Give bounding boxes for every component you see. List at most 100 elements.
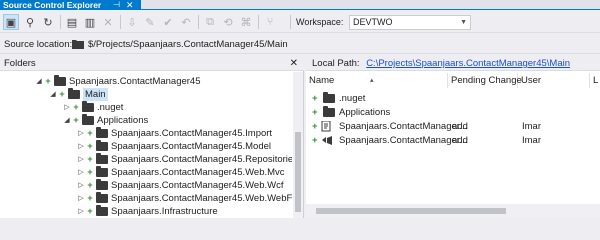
- tree-node-label: Spaanjaars.ContactManager45.Import: [111, 128, 273, 139]
- column-header-label: User: [521, 75, 542, 86]
- source-location-bar: Source location: $/Projects/Spaanjaars.C…: [0, 34, 600, 54]
- collapse-arrow-icon[interactable]: ◢: [34, 75, 44, 88]
- scrollbar-thumb[interactable]: [316, 208, 506, 214]
- filter-icon[interactable]: ⚲: [22, 14, 38, 30]
- tab-source-control-explorer[interactable]: Source Control Explorer ⊣ ✕: [0, 0, 141, 10]
- row-user: Imar: [522, 135, 541, 146]
- expand-arrow-icon[interactable]: ▷: [62, 101, 72, 114]
- tree-node[interactable]: ◢ + Applications: [62, 114, 148, 127]
- tree-node-label: Spaanjaars.ContactManager45.Web.Wcf: [111, 180, 284, 191]
- close-icon[interactable]: ✕: [126, 0, 134, 10]
- pending-add-icon: +: [59, 89, 65, 99]
- history-icon[interactable]: ⟲: [220, 14, 236, 30]
- row-pending-change: add: [452, 135, 468, 146]
- folder-icon: [96, 205, 108, 216]
- folder-icon: [68, 88, 80, 99]
- pending-add-icon: +: [87, 180, 93, 190]
- tree-node-label: .nuget: [97, 102, 124, 113]
- expand-arrow-icon[interactable]: ▷: [76, 192, 86, 205]
- branch-icon[interactable]: ⑂: [262, 14, 278, 30]
- folder-icon: [96, 166, 108, 177]
- tree-node[interactable]: ▷ + Spaanjaars.ContactManager45.Web.Mvc: [76, 166, 285, 179]
- local-path-link[interactable]: C:\Projects\Spaanjaars.ContactManager45\…: [366, 58, 570, 69]
- collapse-arrow-icon[interactable]: ◢: [62, 114, 72, 127]
- folder-icon: [96, 179, 108, 190]
- close-icon[interactable]: ✕: [290, 56, 298, 71]
- expand-arrow-icon[interactable]: ▷: [76, 166, 86, 179]
- expand-arrow-icon[interactable]: ▷: [76, 140, 86, 153]
- column-header-name[interactable]: Name ▴: [306, 73, 448, 88]
- tree-node[interactable]: ◢ + Main: [48, 88, 108, 101]
- tree-node-label: Spaanjaars.ContactManager45.Model: [111, 141, 272, 152]
- folder-icon: [323, 106, 335, 117]
- table-row[interactable]: + Spaanjaars.ContactManager... add Imar: [306, 120, 600, 133]
- table-row[interactable]: + Applications: [306, 106, 600, 119]
- source-location-path[interactable]: $/Projects/Spaanjaars.ContactManager45/M…: [88, 39, 288, 50]
- folders-toggle-icon[interactable]: ▣: [3, 14, 19, 30]
- tree-node-label: Spaanjaars.Infrastructure: [111, 206, 218, 217]
- folders-panel: Folders ✕ ◢ + Spaanjaars.ContactManager4…: [0, 56, 304, 218]
- delete-icon[interactable]: ✕: [100, 14, 116, 30]
- tree-node-label: Spaanjaars.ContactManager45: [69, 76, 201, 87]
- annotate-icon[interactable]: ⌘: [238, 14, 254, 30]
- row-name: .nuget: [339, 93, 366, 104]
- tree-node-label: Spaanjaars.ContactManager45.Repositories…: [111, 154, 292, 165]
- workspace-label: Workspace:: [296, 17, 344, 27]
- add-items-icon[interactable]: ▥: [82, 14, 98, 30]
- folder-icon: [72, 38, 84, 49]
- column-header-label: L: [593, 75, 599, 86]
- pending-add-icon: +: [312, 107, 318, 118]
- folder-icon: [323, 92, 335, 103]
- tree-node[interactable]: ▷ + Spaanjaars.ContactManager45.Import: [76, 127, 272, 140]
- vertical-scrollbar[interactable]: [293, 72, 303, 218]
- check-out-icon[interactable]: ✎: [142, 14, 158, 30]
- tree-node-label: Main: [83, 88, 108, 101]
- column-header-pending-change[interactable]: Pending Change: [448, 73, 522, 88]
- column-header-label: Name: [309, 75, 335, 86]
- sort-arrow-icon: ▴: [370, 77, 374, 84]
- column-header-label: Pending Change: [451, 75, 522, 86]
- table-row[interactable]: + .nuget: [306, 92, 600, 105]
- expand-arrow-icon[interactable]: ▷: [76, 179, 86, 192]
- expand-arrow-icon[interactable]: ▷: [76, 205, 86, 218]
- tree-node[interactable]: ▷ + Spaanjaars.ContactManager45.Web.Wcf: [76, 179, 284, 192]
- check-in-icon[interactable]: ✔: [160, 14, 176, 30]
- toolbar-separator: [290, 15, 291, 29]
- toolbar-separator: [120, 15, 121, 29]
- collapse-arrow-icon[interactable]: ◢: [48, 88, 58, 101]
- tree-node[interactable]: ▷ + Spaanjaars.ContactManager45.Reposito…: [76, 153, 292, 166]
- refresh-icon[interactable]: ↻: [40, 14, 56, 30]
- new-folder-icon[interactable]: ▤: [64, 14, 80, 30]
- scrollbar-thumb[interactable]: [295, 132, 301, 212]
- toolbar-separator: [258, 15, 259, 29]
- undo-icon[interactable]: ↶: [178, 14, 194, 30]
- tree-node[interactable]: ▷ + Spaanjaars.ContactManager45.Model: [76, 140, 271, 153]
- column-header-latest[interactable]: L: [590, 73, 600, 88]
- get-latest-icon[interactable]: ⇩: [124, 14, 140, 30]
- expand-arrow-icon[interactable]: ▷: [76, 127, 86, 140]
- pin-icon[interactable]: ⊣: [113, 0, 120, 10]
- tree-node[interactable]: ▷ + Spaanjaars.ContactManager45.Web.WebF…: [76, 192, 292, 205]
- tab-strip: Source Control Explorer ⊣ ✕: [0, 0, 600, 10]
- tree-node[interactable]: ◢ + Spaanjaars.ContactManager45: [34, 75, 201, 88]
- tree-node[interactable]: ▷ + .nuget: [62, 101, 123, 114]
- column-header-user[interactable]: User: [518, 73, 590, 88]
- folder-icon: [54, 75, 66, 86]
- table-row[interactable]: + Spaanjaars.ContactManager... add Imar: [306, 134, 600, 147]
- pending-add-icon: +: [45, 76, 51, 86]
- workspace-dropdown[interactable]: DEVTWO ▼: [349, 15, 471, 30]
- folder-icon: [96, 127, 108, 138]
- folder-icon: [96, 153, 108, 164]
- folder-tree: ◢ + Spaanjaars.ContactManager45 ◢ + Main…: [0, 72, 292, 218]
- pending-add-icon: +: [87, 193, 93, 203]
- pending-add-icon: +: [73, 115, 79, 125]
- tree-node-label: Applications: [97, 115, 149, 126]
- pending-add-icon: +: [87, 206, 93, 216]
- compare-icon[interactable]: ⧉: [202, 14, 218, 30]
- source-location-label: Source location:: [4, 39, 73, 50]
- tree-node[interactable]: ▷ + Spaanjaars.Infrastructure: [76, 205, 218, 218]
- expand-arrow-icon[interactable]: ▷: [76, 153, 86, 166]
- details-panel: Local Path: C:\Projects\Spaanjaars.Conta…: [306, 56, 600, 218]
- horizontal-scrollbar[interactable]: [306, 204, 600, 218]
- folders-header: Folders ✕: [0, 56, 304, 71]
